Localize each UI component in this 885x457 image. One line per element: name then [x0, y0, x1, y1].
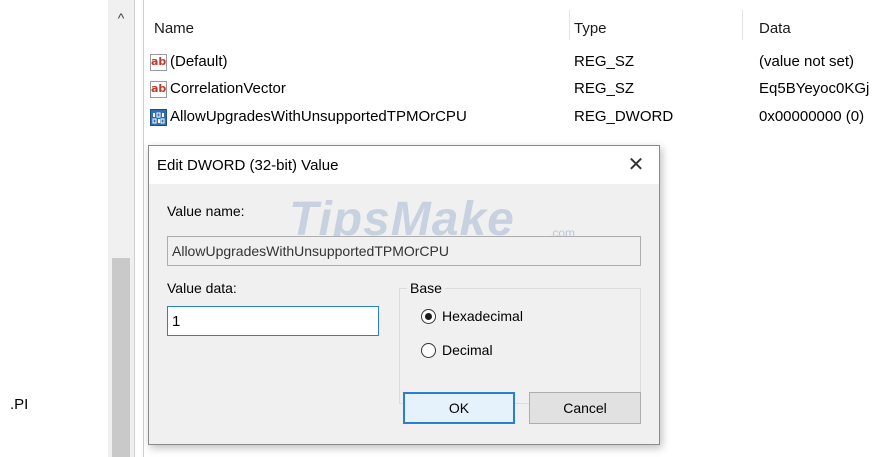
close-icon[interactable]: ✕: [623, 152, 649, 178]
value-type: REG_SZ: [574, 53, 635, 70]
column-header-name[interactable]: Name: [154, 20, 194, 37]
base-groupbox: [399, 288, 641, 404]
column-header-data[interactable]: Data: [759, 20, 791, 37]
binary-digits-icon: [152, 112, 165, 124]
pane-splitter[interactable]: [134, 0, 144, 457]
value-name: CorrelationVector: [170, 80, 286, 97]
tree-scrollbar[interactable]: ^: [108, 0, 134, 457]
string-value-icon: ab: [150, 81, 167, 98]
value-type: REG_SZ: [574, 80, 635, 97]
column-header-type[interactable]: Type: [574, 20, 607, 37]
hexadecimal-radio-label[interactable]: Hexadecimal: [442, 308, 523, 324]
binary-value-icon: [150, 109, 167, 126]
dialog-title: Edit DWORD (32-bit) Value: [157, 157, 339, 174]
edit-dword-dialog: Edit DWORD (32-bit) Value ✕ TipsMake .co…: [148, 145, 660, 445]
scroll-thumb[interactable]: [112, 258, 130, 457]
radio-selected-icon[interactable]: [421, 309, 436, 324]
column-divider[interactable]: [569, 10, 570, 40]
value-type: REG_DWORD: [574, 108, 674, 125]
radio-unselected-icon[interactable]: [421, 343, 436, 358]
value-name-field[interactable]: [167, 236, 641, 266]
scroll-up-arrow-icon[interactable]: ^: [108, 8, 134, 28]
decimal-radio-label[interactable]: Decimal: [442, 342, 493, 358]
value-data: Eq5BYeyoc0KGj: [759, 80, 870, 97]
tree-node-fragment[interactable]: .PI: [10, 396, 28, 413]
value-data-input[interactable]: [167, 306, 379, 336]
base-group-label: Base: [407, 280, 445, 296]
value-data: (value not set): [759, 53, 855, 70]
registry-value-row[interactable]: ab (Default) REG_SZ (value not set): [144, 52, 885, 74]
value-name: AllowUpgradesWithUnsupportedTPMOrCPU: [170, 108, 467, 125]
value-name-label: Value name:: [167, 203, 245, 219]
dialog-body: TipsMake .com Value name: Value data: Ba…: [149, 184, 659, 444]
column-divider[interactable]: [742, 10, 743, 40]
value-data-label: Value data:: [167, 280, 237, 296]
value-data: 0x00000000 (0): [759, 108, 865, 125]
registry-tree-pane: .PI: [0, 0, 108, 457]
dialog-titlebar[interactable]: Edit DWORD (32-bit) Value ✕: [149, 146, 659, 184]
ok-button[interactable]: OK: [403, 392, 515, 424]
string-value-icon: ab: [150, 54, 167, 71]
registry-value-row[interactable]: ab CorrelationVector REG_SZ Eq5BYeyoc0KG…: [144, 79, 885, 101]
cancel-button[interactable]: Cancel: [529, 392, 641, 424]
value-name: (Default): [170, 53, 228, 70]
registry-value-row[interactable]: AllowUpgradesWithUnsupportedTPMOrCPU REG…: [144, 107, 885, 129]
